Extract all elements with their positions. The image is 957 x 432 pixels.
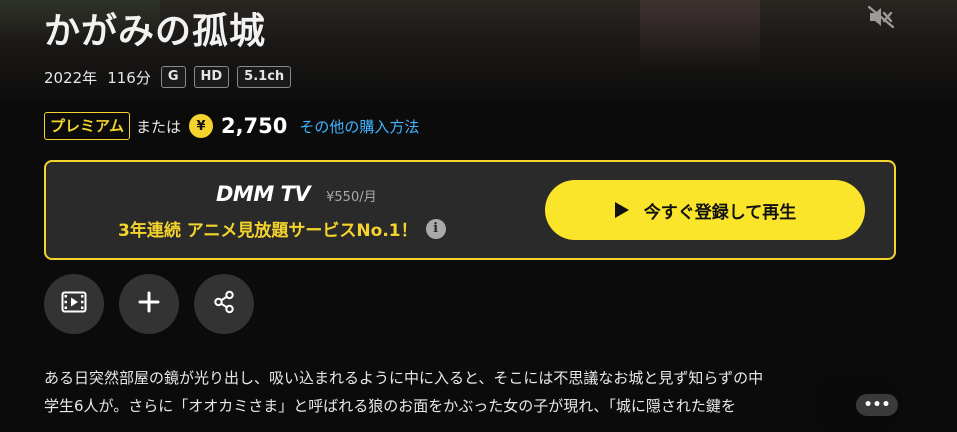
synopsis-line: ある日突然部屋の鏡が光り出し、吸い込まれるように中に入ると、そこには不思議なお城… [44,369,764,387]
share-icon [212,290,236,318]
rating-badge: G [160,66,186,88]
trailer-icon [61,291,87,317]
play-icon [614,201,630,219]
hd-badge: HD [193,66,230,88]
runtime: 116分 [107,68,151,87]
title-meta: 2022年 116分 G HD 5.1ch [44,65,299,89]
synopsis-line: 学生6人が。さらに「オオカミさま」と呼ばれる狼のお面をかぶった女の子が現れ、「城… [44,397,736,415]
mute-button[interactable] [866,5,896,32]
page-title: かがみの孤城 [44,11,267,52]
premium-badge: プレミアム [44,112,130,140]
share-button[interactable] [194,274,254,334]
promo-slogan-text: 3年連続 アニメ見放題サービスNo.1！ [118,221,418,241]
or-text: または [135,117,181,136]
dmm-tv-logo: DMM TV [216,182,311,206]
promo-slogan: 3年連続 アニメ見放題サービスNo.1！ i [118,216,446,241]
purchase-price: 2,750 [220,114,288,138]
release-year: 2022年 [44,68,98,87]
yen-coin-icon: ¥ [188,114,213,138]
promo-logo-row: DMM TV ¥550/月 [216,182,377,206]
audio-badge: 5.1ch [237,66,292,88]
subscribe-and-play-button[interactable]: 今すぐ登録して再生 [545,180,865,240]
monthly-price: ¥550/月 [326,190,377,205]
hero-image-fragment [640,0,760,70]
price-row: プレミアム または ¥ 2,750 その他の購入方法 [44,110,419,142]
other-purchase-methods-link[interactable]: その他の購入方法 [299,116,419,137]
dmm-tv-promo-panel: DMM TV ¥550/月 3年連続 アニメ見放題サービスNo.1！ i 今すぐ… [44,160,896,260]
synopsis: ある日突然部屋の鏡が光り出し、吸い込まれるように中に入ると、そこには不思議なお城… [44,364,894,420]
add-icon [138,291,160,317]
expand-synopsis-button[interactable]: ••• [856,394,898,416]
volume-mute-icon [867,5,895,32]
trailer-button[interactable] [44,274,104,334]
add-to-list-button[interactable] [119,274,179,334]
action-buttons [44,274,269,334]
info-icon[interactable]: i [425,218,446,239]
cta-label: 今すぐ登録して再生 [643,202,797,223]
